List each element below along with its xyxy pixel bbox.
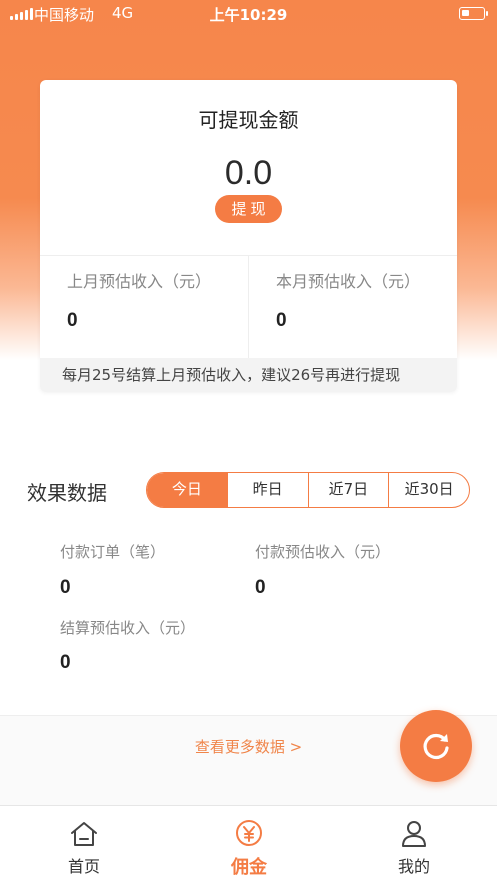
home-icon [71, 822, 97, 846]
refresh-icon [423, 733, 449, 760]
last-month-estimate-value: 0 [67, 310, 78, 331]
card-divider-vertical [248, 256, 249, 358]
withdrawable-amount: 0.0 [224, 154, 273, 192]
last-month-estimate-label: 上月预估收入（元） [67, 272, 212, 291]
range-tab-7-days[interactable]: 近7日 [307, 473, 389, 507]
status-bar: 中国移动 4G 上午10:29 [0, 0, 497, 28]
withdrawable-title: 可提现金额 [198, 108, 299, 132]
yen-icon [236, 820, 262, 846]
range-tab-30-days[interactable]: 近30日 [388, 473, 469, 507]
bottom-tab-bar: 首页 佣金 我的 [0, 805, 497, 883]
balance-card: 可提现金额 0.0 提现 上月预估收入（元） 0 本月预估收入（元） 0 每月2… [40, 80, 457, 392]
tab-home[interactable]: 首页 [24, 806, 144, 883]
tab-home-label: 首页 [67, 857, 100, 876]
status-time: 上午10:29 [209, 6, 288, 24]
paid-income-value: 0 [255, 577, 266, 598]
user-icon [402, 821, 426, 847]
tab-profile[interactable]: 我的 [354, 806, 474, 883]
settled-income-label: 结算预估收入（元） [60, 619, 196, 637]
settled-income-value: 0 [60, 652, 71, 673]
effect-data-title: 效果数据 [27, 481, 107, 505]
withdraw-button[interactable]: 提现 [215, 195, 282, 223]
paid-orders-label: 付款订单（笔） [60, 543, 166, 561]
date-range-selector: 今日 昨日 近7日 近30日 [146, 472, 470, 508]
this-month-estimate-label: 本月预估收入（元） [276, 272, 421, 291]
tab-profile-label: 我的 [397, 857, 430, 876]
tab-commission-label: 佣金 [231, 857, 267, 878]
range-tab-today[interactable]: 今日 [147, 473, 227, 507]
paid-income-label: 付款预估收入（元） [255, 543, 391, 561]
range-tab-yesterday[interactable]: 昨日 [226, 473, 308, 507]
tab-commission[interactable]: 佣金 [189, 806, 309, 883]
paid-orders-value: 0 [60, 577, 71, 598]
refresh-button[interactable] [400, 710, 472, 782]
this-month-estimate-value: 0 [276, 310, 287, 331]
battery-icon [459, 7, 488, 20]
settlement-note: 每月25号结算上月预估收入，建议26号再进行提现 [40, 358, 457, 392]
